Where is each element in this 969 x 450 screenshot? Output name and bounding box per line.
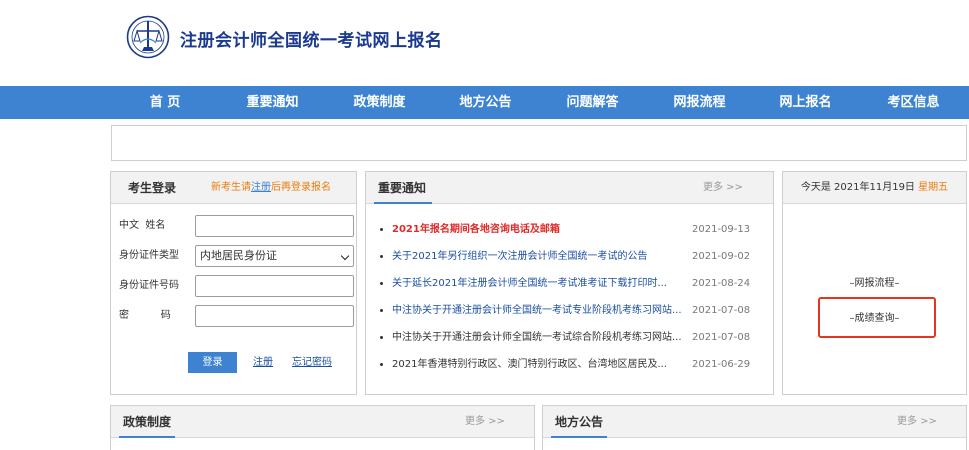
notice-item-title[interactable]: 中注协关于开通注册会计师全国统一考试专业阶段机考练习网站... — [392, 297, 682, 324]
register-link[interactable]: 注册 — [253, 352, 273, 373]
password-input[interactable] — [195, 305, 354, 327]
id-type-value: 内地居民身份证 — [200, 249, 277, 262]
login-button[interactable]: 登录 — [188, 352, 237, 373]
id-type-select[interactable]: 内地居民身份证 — [195, 245, 354, 267]
notice-panel: 重要通知 更多 >> 2021年报名期间各地咨询电话及邮箱 2021-09-13… — [365, 171, 774, 395]
nav-item-area-info[interactable]: 考区信息 — [876, 86, 951, 119]
nav-item-process[interactable]: 网报流程 — [662, 86, 737, 119]
nav-item-notices[interactable]: 重要通知 — [235, 86, 310, 119]
policy-more-link[interactable]: 更多 >> — [465, 406, 505, 438]
date-prefix: 今天是 2021年11月19日 — [800, 182, 915, 193]
name-label: 中文 姓名 — [119, 220, 166, 231]
notice-item-date: 2021-06-29 — [692, 359, 751, 370]
list-item[interactable]: 中注协关于开通注册会计师全国统一考试综合阶段机考练习网站... 2021-07-… — [366, 324, 773, 351]
bullet-icon — [380, 228, 383, 231]
chevron-down-icon — [340, 251, 350, 261]
notice-item-title[interactable]: 关于延长2021年注册会计师全国统一考试准考证下载打印时... — [392, 270, 682, 297]
policy-title: 政策制度 — [123, 415, 172, 429]
notice-item-date: 2021-09-02 — [692, 251, 751, 262]
id-number-input[interactable] — [195, 275, 354, 297]
new-user-tip: 新考生请注册后再登录报名 — [211, 172, 331, 204]
nav-item-register[interactable]: 网上报名 — [768, 86, 843, 119]
nav-item-faq[interactable]: 问题解答 — [555, 86, 630, 119]
notice-item-date: 2021-08-24 — [692, 278, 751, 289]
banner-area — [111, 125, 967, 161]
list-item[interactable]: 2021年报名期间各地咨询电话及邮箱 2021-09-13 — [366, 216, 773, 243]
id-number-label: 身份证件号码 — [119, 280, 179, 291]
list-item[interactable]: 中注协关于开通注册会计师全国统一考试专业阶段机考练习网站... 2021-07-… — [366, 297, 773, 324]
bullet-icon — [380, 336, 383, 339]
name-row: 中文 姓名 — [119, 215, 354, 237]
notice-item-title[interactable]: 2021年香港特别行政区、澳门特别行政区、台湾地区居民及... — [392, 351, 682, 378]
login-panel-header: 考生登录 新考生请注册后再登录报名 — [111, 172, 356, 204]
notice-item-title[interactable]: 2021年报名期间各地咨询电话及邮箱 — [392, 216, 682, 243]
side-panel: 今天是 2021年11月19日 星期五 –网报流程– –成绩查询– — [782, 171, 967, 395]
bullet-icon — [380, 282, 383, 285]
notice-panel-header: 重要通知 更多 >> — [366, 172, 773, 204]
site-title: 注册会计师全国统一考试网上报名 — [180, 31, 443, 51]
local-more-link[interactable]: 更多 >> — [897, 406, 937, 438]
notice-list: 2021年报名期间各地咨询电话及邮箱 2021-09-13 关于2021年另行组… — [366, 216, 773, 378]
nav-item-home[interactable]: 首 页 — [130, 86, 200, 119]
notice-item-title[interactable]: 中注协关于开通注册会计师全国统一考试综合阶段机考练习网站... — [392, 324, 682, 351]
tip-text-after: 后再登录报名 — [271, 182, 331, 193]
policy-title-underline — [119, 436, 175, 438]
nav-item-local[interactable]: 地方公告 — [448, 86, 523, 119]
list-item[interactable]: 关于2021年另行组织一次注册会计师全国统一考试的公告 2021-09-02 — [366, 243, 773, 270]
notice-title: 重要通知 — [378, 181, 427, 195]
notice-item-title[interactable]: 关于2021年另行组织一次注册会计师全国统一考试的公告 — [392, 243, 682, 270]
password-label: 密 码 — [119, 310, 171, 321]
notice-title-underline — [374, 202, 432, 204]
cicpa-emblem-icon[interactable] — [126, 15, 170, 59]
notice-item-date: 2021-09-13 — [692, 224, 751, 235]
notice-more-link[interactable]: 更多 >> — [703, 172, 743, 204]
id-type-row: 身份证件类型 内地居民身份证 — [119, 245, 354, 267]
password-row: 密 码 — [119, 305, 354, 327]
process-link[interactable]: –网报流程– — [783, 274, 966, 289]
main-nav: 首 页 重要通知 政策制度 地方公告 问题解答 网报流程 网上报名 考区信息 — [0, 86, 969, 119]
highlight-box — [818, 297, 936, 338]
id-type-label: 身份证件类型 — [119, 250, 179, 261]
notice-item-date: 2021-07-08 — [692, 305, 751, 316]
local-title: 地方公告 — [555, 415, 604, 429]
local-panel-header: 地方公告 更多 >> — [543, 406, 966, 438]
forgot-password-link[interactable]: 忘记密码 — [292, 352, 332, 373]
list-item[interactable]: 关于延长2021年注册会计师全国统一考试准考证下载打印时... 2021-08-… — [366, 270, 773, 297]
name-input[interactable] — [195, 215, 354, 237]
local-title-underline — [551, 436, 607, 438]
bullet-icon — [380, 363, 383, 366]
today-date: 今天是 2021年11月19日 星期五 — [783, 172, 966, 204]
local-panel: 地方公告 更多 >> — [542, 405, 967, 450]
side-panel-header: 今天是 2021年11月19日 星期五 — [783, 172, 966, 204]
list-item[interactable]: 2021年香港特别行政区、澳门特别行政区、台湾地区居民及... 2021-06-… — [366, 351, 773, 378]
bullet-icon — [380, 309, 383, 312]
bullet-icon — [380, 255, 383, 258]
weekday: 星期五 — [918, 182, 949, 193]
notice-item-date: 2021-07-08 — [692, 332, 751, 343]
nav-item-policy[interactable]: 政策制度 — [342, 86, 417, 119]
site-header: 注册会计师全国统一考试网上报名 — [0, 0, 969, 86]
policy-panel: 政策制度 更多 >> — [110, 405, 535, 450]
login-panel: 考生登录 新考生请注册后再登录报名 中文 姓名 身份证件类型 内地居民身份证 身… — [110, 171, 357, 395]
policy-panel-header: 政策制度 更多 >> — [111, 406, 534, 438]
tip-text-before: 新考生请 — [211, 182, 251, 193]
id-number-row: 身份证件号码 — [119, 275, 354, 297]
tip-register-link[interactable]: 注册 — [251, 182, 271, 193]
login-title: 考生登录 — [128, 181, 177, 195]
